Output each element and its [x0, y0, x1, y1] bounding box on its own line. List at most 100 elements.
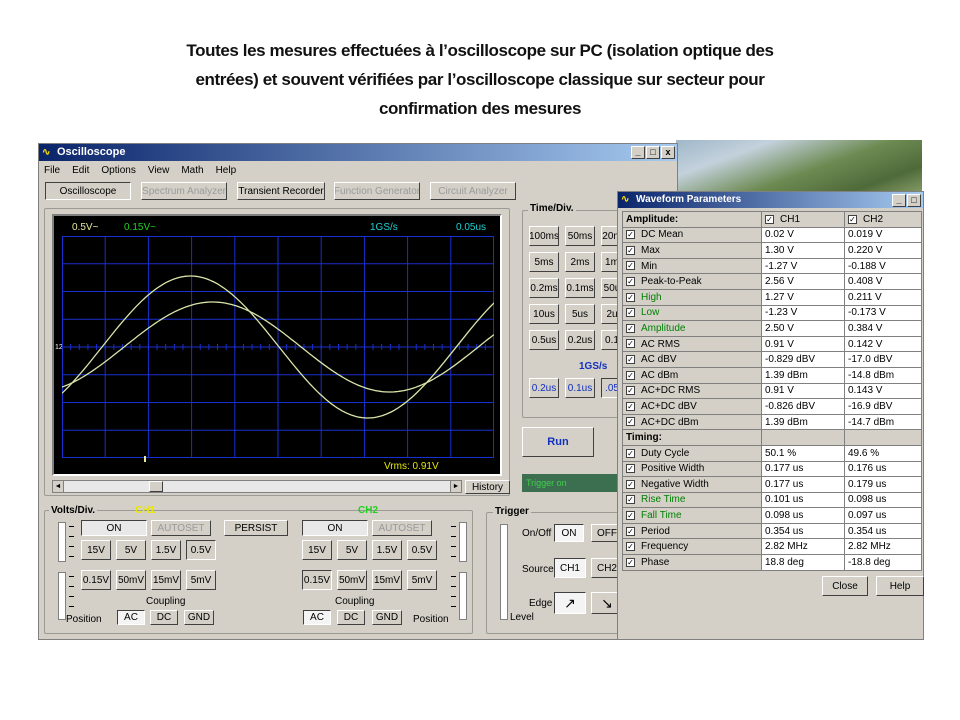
- time-div-button[interactable]: 50ms: [565, 226, 595, 246]
- time-0.1us-button[interactable]: 0.1us: [565, 378, 595, 398]
- ch2-volts-button[interactable]: 5V: [337, 540, 367, 560]
- scroll-left-icon[interactable]: ◄: [53, 481, 64, 492]
- menu-file[interactable]: File: [44, 162, 60, 179]
- ch2-volts-button[interactable]: 5mV: [407, 570, 437, 590]
- scroll-right-icon[interactable]: ►: [450, 481, 461, 492]
- help-button[interactable]: Help: [876, 576, 924, 596]
- waveform-parameters-titlebar[interactable]: ∿ Waveform Parameters _ □: [618, 192, 923, 208]
- ch2-coupling-ac[interactable]: AC: [303, 610, 331, 625]
- amplitude-header-ch2: ✓ CH2: [844, 211, 922, 228]
- ch1-volts-button[interactable]: 15mV: [151, 570, 181, 590]
- ch1-volts-button[interactable]: 5V: [116, 540, 146, 560]
- history-button[interactable]: History: [465, 480, 510, 494]
- time-0.2us-button[interactable]: 0.2us: [529, 378, 559, 398]
- ch1-coupling-gnd[interactable]: GND: [184, 610, 214, 625]
- time-div-button[interactable]: 0.5us: [529, 330, 559, 350]
- parameter-checkbox[interactable]: ✓: [626, 448, 635, 458]
- tab-oscilloscope[interactable]: Oscilloscope: [45, 182, 131, 200]
- time-div-button[interactable]: 0.2us: [565, 330, 595, 350]
- time-div-button[interactable]: 100ms: [529, 226, 559, 246]
- scroll-thumb[interactable]: [149, 481, 163, 492]
- parameter-checkbox[interactable]: ✓: [626, 292, 635, 302]
- ch2-coupling-dc[interactable]: DC: [337, 610, 365, 625]
- parameter-checkbox[interactable]: ✓: [626, 277, 635, 287]
- ch1-coupling-dc[interactable]: DC: [150, 610, 178, 625]
- tab-transient-recorder[interactable]: Transient Recorder: [237, 182, 325, 200]
- parameter-checkbox[interactable]: ✓: [626, 557, 635, 567]
- ch2-on-button[interactable]: ON: [302, 520, 368, 536]
- ch1-volts-button[interactable]: 50mV: [116, 570, 146, 590]
- wp-minimize-icon[interactable]: _: [892, 194, 906, 207]
- menu-view[interactable]: View: [148, 162, 170, 179]
- tab-circuit-analyzer[interactable]: Circuit Analyzer: [430, 182, 516, 200]
- ch2-coupling-gnd[interactable]: GND: [372, 610, 402, 625]
- ch1-position-slider[interactable]: [58, 572, 66, 620]
- ch1-coupling-ac[interactable]: AC: [117, 610, 145, 625]
- ch2-volts-button[interactable]: 50mV: [337, 570, 367, 590]
- ch2-volts-button[interactable]: 0.15V: [302, 570, 332, 590]
- close-icon[interactable]: x: [661, 146, 675, 159]
- scope-screen[interactable]: 0.5V~ 0.15V~ 1GS/s 0.05us 12 Vrms: 0.91V: [52, 214, 502, 476]
- minimize-icon[interactable]: _: [631, 146, 645, 159]
- close-button[interactable]: Close: [822, 576, 868, 596]
- parameter-checkbox[interactable]: ✓: [626, 370, 635, 380]
- ch2-volts-button[interactable]: 15mV: [372, 570, 402, 590]
- ch1-autoset-button[interactable]: AUTOSET: [151, 520, 211, 536]
- parameter-checkbox[interactable]: ✓: [626, 464, 635, 474]
- trigger-on-button[interactable]: ON: [554, 524, 584, 542]
- time-div-button[interactable]: 5ms: [529, 252, 559, 272]
- oscilloscope-titlebar[interactable]: ∿ Oscilloscope _ □ x: [39, 144, 677, 161]
- time-div-button[interactable]: 5us: [565, 304, 595, 324]
- parameter-checkbox[interactable]: ✓: [626, 245, 635, 255]
- ch2-volts-button[interactable]: 0.5V: [407, 540, 437, 560]
- parameter-checkbox[interactable]: ✓: [626, 526, 635, 536]
- ch1-on-button[interactable]: ON: [81, 520, 147, 536]
- ch1-volts-button[interactable]: 0.5V: [186, 540, 216, 560]
- maximize-icon[interactable]: □: [646, 146, 660, 159]
- ch1-volts-button[interactable]: 0.15V: [81, 570, 111, 590]
- ch2-position-slider-top[interactable]: [459, 522, 467, 562]
- trigger-level-slider[interactable]: [500, 524, 508, 620]
- parameter-checkbox[interactable]: ✓: [626, 261, 635, 271]
- parameter-checkbox[interactable]: ✓: [626, 386, 635, 396]
- ch1-position-slider-top[interactable]: [58, 522, 66, 562]
- parameter-checkbox[interactable]: ✓: [626, 323, 635, 333]
- parameter-checkbox[interactable]: ✓: [626, 417, 635, 427]
- time-div-button[interactable]: 0.2ms: [529, 278, 559, 298]
- menu-math[interactable]: Math: [181, 162, 203, 179]
- persist-button[interactable]: PERSIST: [224, 520, 288, 536]
- time-div-button[interactable]: 10us: [529, 304, 559, 324]
- ch1-volts-button[interactable]: 1.5V: [151, 540, 181, 560]
- ch2-volts-button[interactable]: 15V: [302, 540, 332, 560]
- parameter-checkbox[interactable]: ✓: [626, 510, 635, 520]
- run-button[interactable]: Run: [522, 427, 594, 457]
- horizontal-scrollbar[interactable]: ◄ ►: [52, 480, 462, 493]
- parameter-checkbox[interactable]: ✓: [626, 542, 635, 552]
- tab-spectrum-analyzer[interactable]: Spectrum Analyzer: [141, 182, 227, 200]
- parameter-checkbox[interactable]: ✓: [626, 355, 635, 364]
- parameter-checkbox[interactable]: ✓: [626, 495, 635, 505]
- ch1-volts-button[interactable]: 5mV: [186, 570, 216, 590]
- ch2-position-slider[interactable]: [459, 572, 467, 620]
- menu-help[interactable]: Help: [216, 162, 237, 179]
- ch1-volts-button[interactable]: 15V: [81, 540, 111, 560]
- ch2-checkbox[interactable]: ✓: [848, 214, 857, 224]
- menu-edit[interactable]: Edit: [72, 162, 89, 179]
- wp-maximize-icon[interactable]: □: [907, 194, 921, 207]
- parameter-name-cell: ✓ Duty Cycle: [622, 444, 762, 462]
- parameter-checkbox[interactable]: ✓: [626, 230, 635, 240]
- rising-edge-icon[interactable]: ↗: [554, 592, 586, 614]
- parameter-checkbox[interactable]: ✓: [626, 479, 635, 489]
- parameter-checkbox[interactable]: ✓: [626, 339, 635, 349]
- time-div-button[interactable]: 0.1ms: [565, 278, 595, 298]
- ch2-volts-button[interactable]: 1.5V: [372, 540, 402, 560]
- ch1-checkbox[interactable]: ✓: [765, 214, 774, 224]
- tab-function-generator[interactable]: Function Generator: [334, 182, 420, 200]
- parameter-name: AC RMS: [641, 338, 680, 350]
- time-div-button[interactable]: 2ms: [565, 252, 595, 272]
- ch2-autoset-button[interactable]: AUTOSET: [372, 520, 432, 536]
- parameter-checkbox[interactable]: ✓: [626, 401, 635, 411]
- parameter-checkbox[interactable]: ✓: [626, 308, 635, 318]
- menu-options[interactable]: Options: [101, 162, 135, 179]
- trigger-source-ch1[interactable]: CH1: [554, 558, 586, 578]
